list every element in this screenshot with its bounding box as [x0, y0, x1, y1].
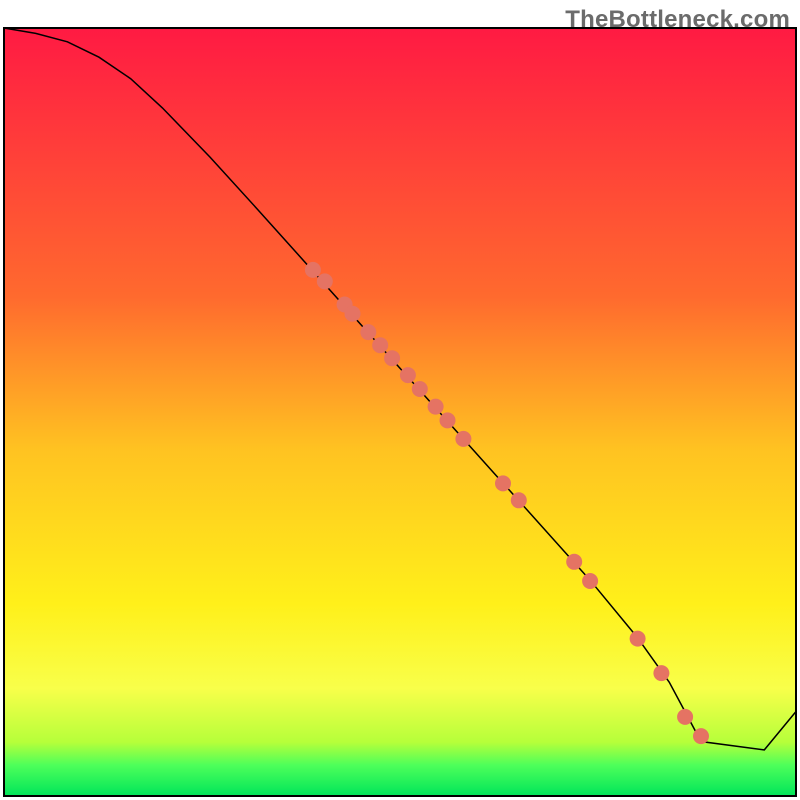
sample-point — [455, 431, 471, 447]
sample-point — [630, 631, 646, 647]
bottleneck-chart: TheBottleneck.com — [0, 0, 800, 800]
sample-point — [440, 412, 456, 428]
watermark-text: TheBottleneck.com — [565, 6, 790, 34]
sample-point — [693, 728, 709, 744]
sample-point — [305, 262, 321, 278]
sample-point — [412, 381, 428, 397]
sample-point — [372, 337, 388, 353]
sample-point — [653, 665, 669, 681]
plot-background — [4, 28, 796, 796]
sample-point — [345, 306, 361, 322]
sample-point — [360, 324, 376, 340]
sample-point — [511, 492, 527, 508]
sample-point — [495, 475, 511, 491]
sample-point — [677, 709, 693, 725]
sample-point — [384, 350, 400, 366]
sample-point — [400, 367, 416, 383]
sample-point — [317, 273, 333, 289]
chart-svg — [0, 0, 800, 800]
sample-point — [428, 399, 444, 415]
sample-point — [582, 573, 598, 589]
sample-point — [566, 554, 582, 570]
